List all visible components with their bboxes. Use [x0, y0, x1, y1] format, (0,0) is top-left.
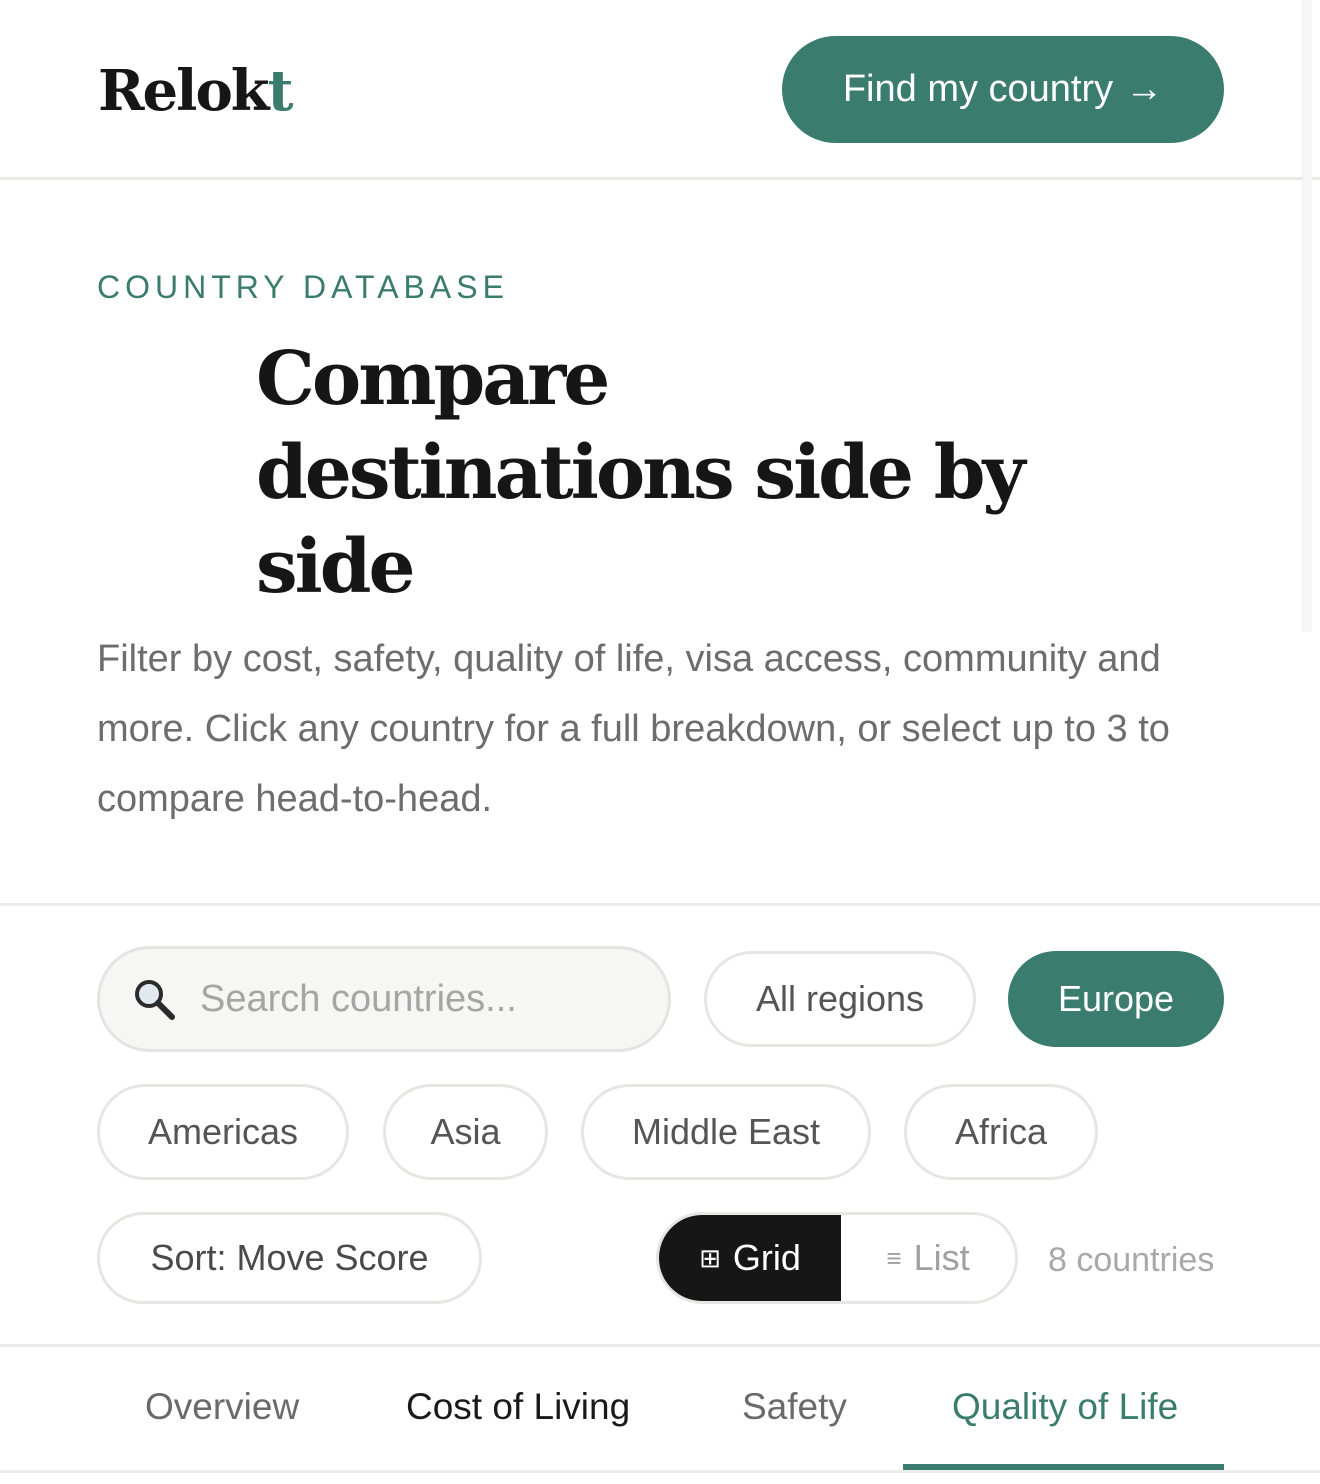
list-icon: ≡ — [886, 1242, 902, 1273]
view-grid-button[interactable]: ⊞ Grid — [659, 1215, 841, 1301]
region-middle-east[interactable]: Middle East — [581, 1084, 871, 1180]
tab-overview[interactable]: Overview — [145, 1384, 299, 1430]
divider — [0, 1344, 1320, 1347]
top-bar: Relokt Find my country → — [0, 0, 1320, 180]
search-input[interactable] — [200, 977, 620, 1021]
view-list-label: List — [913, 1237, 970, 1278]
grid-icon: ⊞ — [699, 1242, 721, 1273]
tab-cost-of-living[interactable]: Cost of Living — [406, 1384, 630, 1430]
title-line-2: destinations side by — [256, 430, 1026, 516]
view-toggle: ⊞ Grid ≡ List — [656, 1212, 1018, 1304]
view-list-button[interactable]: ≡ List — [841, 1215, 1015, 1301]
region-europe[interactable]: Europe — [1008, 951, 1224, 1047]
logo-text: Relok — [98, 58, 270, 124]
find-my-country-button[interactable]: Find my country → — [782, 36, 1224, 143]
region-americas[interactable]: Americas — [97, 1084, 349, 1180]
eyebrow-label: COUNTRY DATABASE — [97, 269, 509, 305]
title-line-1: Compare — [256, 336, 610, 422]
logo[interactable]: Relokt — [98, 58, 294, 124]
logo-accent: t — [267, 58, 294, 124]
region-africa[interactable]: Africa — [904, 1084, 1098, 1180]
region-asia[interactable]: Asia — [383, 1084, 548, 1180]
arrow-right-icon: → — [1125, 68, 1164, 110]
title-line-3: side — [256, 524, 416, 610]
search-box[interactable] — [97, 946, 671, 1052]
region-all-regions[interactable]: All regions — [704, 951, 976, 1047]
divider — [0, 1470, 1320, 1473]
divider — [0, 903, 1320, 906]
search-icon — [130, 975, 178, 1023]
result-count: 8 countries — [1048, 1241, 1215, 1279]
page-title: Compare destinations side by side — [256, 332, 1056, 614]
tab-quality-of-life[interactable]: Quality of Life — [952, 1384, 1178, 1430]
tab-safety[interactable]: Safety — [742, 1384, 847, 1430]
sort-dropdown[interactable]: Sort: Move Score — [97, 1212, 482, 1304]
page-description: Filter by cost, safety, quality of life,… — [97, 638, 1170, 820]
view-grid-label: Grid — [732, 1237, 801, 1278]
cta-label: Find my country — [842, 68, 1114, 110]
scrollbar[interactable] — [1302, 0, 1312, 632]
